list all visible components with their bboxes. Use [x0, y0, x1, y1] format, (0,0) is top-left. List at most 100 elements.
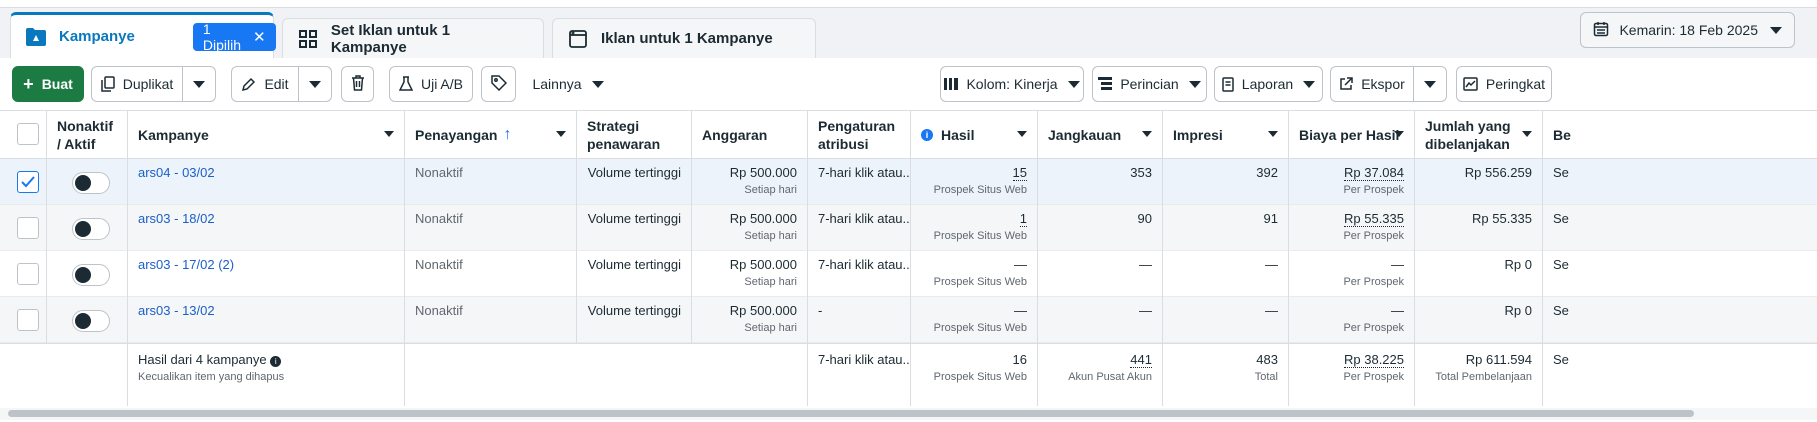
select-all-checkbox[interactable] [17, 123, 39, 145]
reach-value: — [1139, 257, 1152, 272]
row-delivery-cell: Nonaktif [405, 251, 577, 297]
col-cost-per-result[interactable]: Biaya per Hasil [1289, 111, 1415, 159]
table-row[interactable]: ars04 - 03/02 Nonaktif Volume tertinggi … [0, 159, 1817, 205]
row-bid-cell: Volume tertinggi [577, 251, 692, 297]
reach-value: — [1139, 303, 1152, 318]
row-cpr-cell: Rp 37.084 Per Prospek [1289, 159, 1415, 205]
campaign-name-link[interactable]: ars03 - 13/02 [138, 303, 215, 318]
attribution-value: - [818, 303, 823, 318]
row-checkbox[interactable] [17, 309, 39, 331]
reports-dropdown[interactable]: Laporan [1214, 66, 1323, 102]
cpr-sub: Per Prospek [1343, 230, 1404, 242]
campaign-name-link[interactable]: ars04 - 03/02 [138, 165, 215, 180]
duplicate-button[interactable]: Duplikat [91, 66, 183, 102]
chevron-down-icon[interactable] [1268, 131, 1278, 137]
table-row[interactable]: ars03 - 18/02 Nonaktif Volume tertinggi … [0, 205, 1817, 251]
chevron-down-icon[interactable] [1394, 131, 1404, 137]
row-cpr-cell: — Per Prospek [1289, 297, 1415, 343]
col-results[interactable]: i Hasil [911, 111, 1038, 159]
summary-impressions-sub: Total [1254, 371, 1278, 383]
tab-ads[interactable]: Iklan untuk 1 Kampanye [552, 18, 816, 58]
col-next-label: Be [1553, 127, 1571, 143]
tab-campaigns-label: Kampanye [59, 28, 135, 45]
row-budget-cell[interactable]: Rp 500.000 Setiap hari [692, 297, 808, 343]
col-campaign-label: Kampanye [138, 127, 209, 143]
row-select-cell [0, 251, 47, 297]
close-icon[interactable]: ✕ [253, 28, 266, 46]
duplicate-dropdown[interactable] [183, 66, 216, 102]
col-reach[interactable]: Jangkauan [1038, 111, 1163, 159]
row-checkbox[interactable] [17, 263, 39, 285]
chevron-down-icon[interactable] [1017, 131, 1027, 137]
budget-sub: Setiap hari [744, 276, 797, 288]
info-icon[interactable]: i [921, 129, 933, 141]
col-amount-spent[interactable]: Jumlah yang dibelanjakan [1415, 111, 1543, 159]
budget-value: Rp 500.000 [729, 303, 797, 318]
toggle-knob [75, 313, 91, 329]
campaign-toggle[interactable] [72, 218, 110, 240]
export-dropdown[interactable] [1414, 66, 1447, 102]
chevron-down-icon[interactable] [1522, 131, 1532, 137]
more-dropdown[interactable]: Lainnya [530, 66, 606, 102]
summary-cpr-sub: Per Prospek [1343, 371, 1404, 383]
create-button[interactable]: + Buat [12, 66, 84, 102]
report-icon [1222, 76, 1234, 92]
selected-badge[interactable]: 1 Dipilih ✕ [192, 21, 276, 53]
col-campaign[interactable]: Kampanye [128, 111, 405, 159]
copy-icon [100, 76, 115, 92]
col-delivery[interactable]: Penayangan ↑ [405, 111, 577, 159]
col-next[interactable]: Be [1543, 111, 1817, 159]
col-budget[interactable]: Anggaran [692, 111, 808, 159]
results-sub: Prospek Situs Web [933, 230, 1027, 242]
row-attribution-cell: - [808, 297, 911, 343]
row-budget-cell[interactable]: Rp 500.000 Setiap hari [692, 251, 808, 297]
summary-cpr-value: Rp 38.225 [1344, 352, 1404, 368]
delivery-status: Nonaktif [415, 257, 463, 272]
rules-button[interactable]: Peringkat [1456, 66, 1552, 102]
chevron-down-icon[interactable] [384, 131, 394, 137]
row-checkbox[interactable] [17, 171, 39, 193]
chevron-down-icon[interactable] [1142, 131, 1152, 137]
row-bid-cell: Volume tertinggi [577, 159, 692, 205]
cpr-value: — [1391, 257, 1404, 272]
campaign-name-link[interactable]: ars03 - 18/02 [138, 211, 215, 226]
ab-test-button[interactable]: Uji A/B [389, 66, 473, 102]
flask-icon [398, 76, 413, 92]
sort-up-icon: ↑ [503, 126, 512, 143]
tag-button[interactable] [481, 66, 516, 102]
tab-adsets[interactable]: Set Iklan untuk 1 Kampanye [282, 18, 544, 58]
col-attribution[interactable]: Pengaturan atribusi [808, 111, 911, 159]
tab-campaigns[interactable]: Kampanye 1 Dipilih ✕ [10, 12, 276, 58]
campaign-toggle[interactable] [72, 310, 110, 332]
edit-button[interactable]: Edit [231, 66, 299, 102]
breakdown-dropdown[interactable]: Perincian [1092, 66, 1207, 102]
edit-dropdown[interactable] [299, 66, 332, 102]
date-range-button[interactable]: Kemarin: 18 Feb 2025 [1580, 12, 1795, 48]
edit-label: Edit [264, 76, 289, 92]
table-row[interactable]: ars03 - 13/02 Nonaktif Volume tertinggi … [0, 297, 1817, 343]
select-all-cell [0, 111, 47, 159]
toggle-knob [75, 175, 91, 191]
summary-spacer [0, 344, 128, 406]
row-budget-cell[interactable]: Rp 500.000 Setiap hari [692, 159, 808, 205]
delete-button[interactable] [341, 66, 374, 102]
export-button[interactable]: Ekspor [1330, 66, 1414, 102]
results-value: — [1014, 257, 1027, 272]
row-checkbox[interactable] [17, 217, 39, 239]
summary-reach: 441 Akun Pusat Akun [1038, 344, 1163, 406]
col-impressions[interactable]: Impresi [1163, 111, 1289, 159]
chevron-down-icon [309, 80, 321, 88]
chevron-down-icon[interactable] [556, 131, 566, 137]
columns-dropdown[interactable]: Kolom: Kinerja [940, 66, 1084, 102]
horizontal-scrollbar[interactable] [8, 410, 1694, 417]
table-row[interactable]: ars03 - 17/02 (2) Nonaktif Volume tertin… [0, 251, 1817, 297]
info-icon[interactable]: i [270, 356, 282, 367]
campaign-name-link[interactable]: ars03 - 17/02 (2) [138, 257, 234, 272]
col-onoff: Nonaktif / Aktif [47, 111, 128, 159]
row-budget-cell[interactable]: Rp 500.000 Setiap hari [692, 205, 808, 251]
campaign-toggle[interactable] [72, 172, 110, 194]
breakdown-icon [1098, 77, 1113, 91]
summary-next: Se [1543, 344, 1817, 406]
col-bid-strategy[interactable]: Strategi penawaran [577, 111, 692, 159]
campaign-toggle[interactable] [72, 264, 110, 286]
